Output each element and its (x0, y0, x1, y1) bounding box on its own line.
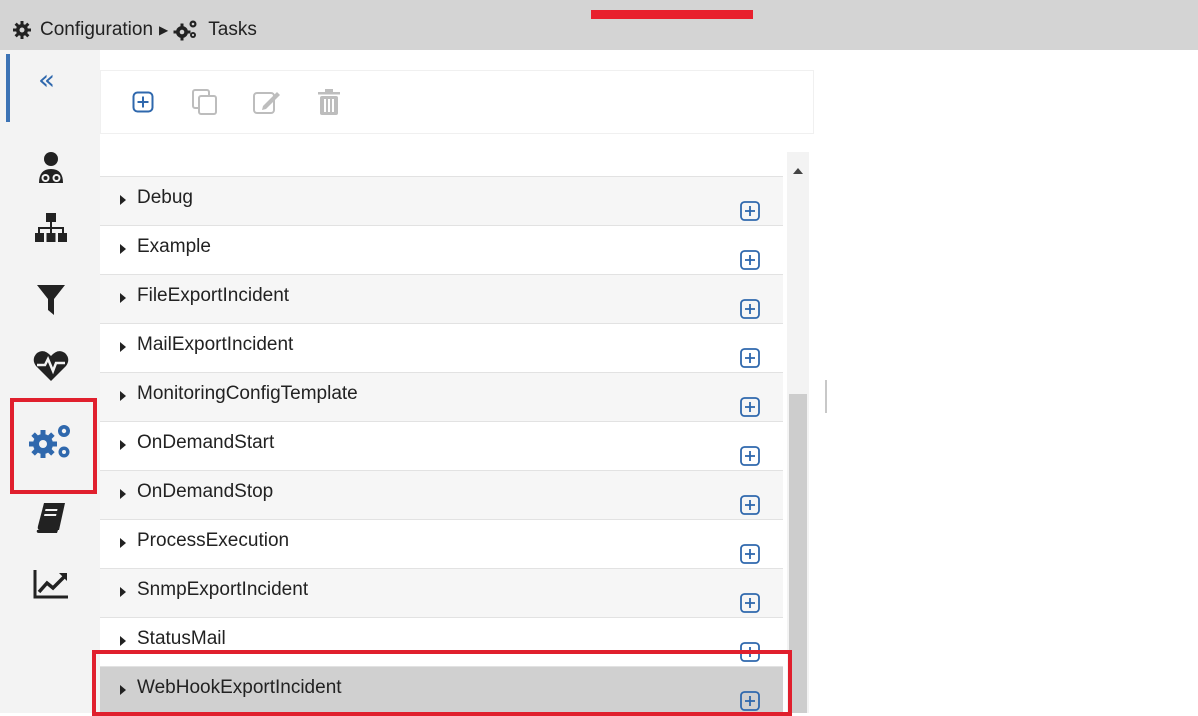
list-item[interactable]: SnmpExportIncident (100, 569, 783, 618)
expand-triangle-icon[interactable] (120, 538, 126, 548)
add-child-icon[interactable] (740, 397, 760, 417)
collapse-indicator (6, 54, 10, 122)
breadcrumb-current: Tasks (208, 19, 257, 40)
add-child-icon[interactable] (740, 250, 760, 270)
list-item[interactable]: OnDemandStop (100, 471, 783, 520)
gears-icon (172, 18, 200, 42)
list-item[interactable]: OnDemandStart (100, 422, 783, 471)
list-item[interactable]: ProcessExecution (100, 520, 783, 569)
breadcrumb: Configuration ▶ Tasks (12, 17, 257, 43)
edit-button[interactable] (247, 82, 287, 122)
list-item-label: OnDemandStop (137, 481, 274, 502)
delete-button[interactable] (309, 82, 349, 122)
expand-triangle-icon[interactable] (120, 587, 126, 597)
expand-triangle-icon[interactable] (120, 342, 126, 352)
heartbeat-icon[interactable] (10, 342, 92, 390)
add-child-icon[interactable] (740, 446, 760, 466)
list-item[interactable]: FileExportIncident (100, 275, 783, 324)
list-item[interactable]: DbExportIncident (100, 152, 783, 177)
gear-icon (12, 20, 32, 40)
task-list: DbExportIncident Debug Example FileExportIn… (100, 152, 783, 713)
expand-triangle-icon[interactable] (120, 244, 126, 254)
breadcrumb-separator-icon: ▶ (159, 23, 169, 37)
add-icon (132, 91, 154, 113)
scroll-up-icon[interactable] (793, 168, 803, 174)
top-bar: Configuration ▶ Tasks (0, 0, 1198, 50)
list-item-label: ProcessExecution (137, 530, 290, 551)
list-item-label: Debug (137, 187, 193, 208)
list-item-label: MailExportIncident (137, 334, 294, 355)
pane-splitter[interactable] (825, 380, 827, 413)
chart-line-icon[interactable] (10, 560, 92, 608)
collapse-icon[interactable]: « (38, 66, 55, 94)
hierarchy-icon[interactable] (10, 204, 92, 252)
list-item-label: MonitoringConfigTemplate (137, 383, 358, 404)
delete-icon (318, 89, 340, 115)
active-item-highlight (10, 398, 97, 494)
expand-triangle-icon[interactable] (120, 489, 126, 499)
highlight-mark (591, 10, 753, 19)
copy-icon (192, 89, 217, 115)
add-child-icon[interactable] (740, 299, 760, 319)
list-item-label: WebHookExportIncident (137, 677, 342, 698)
list-item-label: Example (137, 236, 211, 257)
list-item[interactable]: StatusMail (100, 618, 783, 667)
expand-triangle-icon[interactable] (120, 685, 126, 695)
add-child-icon[interactable] (740, 593, 760, 613)
list-item[interactable]: WebHookExportIncident (100, 667, 783, 713)
add-child-icon[interactable] (740, 348, 760, 368)
list-item-label: SnmpExportIncident (137, 579, 309, 600)
list-item-label: FileExportIncident (137, 285, 290, 306)
expand-triangle-icon[interactable] (120, 636, 126, 646)
list-item[interactable]: MailExportIncident (100, 324, 783, 373)
list-item-label: OnDemandStart (137, 432, 275, 453)
add-child-icon[interactable] (740, 201, 760, 221)
expand-triangle-icon[interactable] (120, 440, 126, 450)
edit-icon (253, 92, 280, 114)
add-child-icon[interactable] (740, 495, 760, 515)
list-item[interactable]: Debug (100, 177, 783, 226)
list-item-label: StatusMail (137, 628, 226, 649)
toolbar (100, 70, 814, 134)
breadcrumb-parent[interactable]: Configuration (40, 19, 153, 41)
add-child-icon[interactable] (740, 642, 760, 662)
book-icon[interactable] (10, 494, 92, 542)
add-child-icon[interactable] (740, 691, 760, 711)
expand-triangle-icon[interactable] (120, 391, 126, 401)
filter-icon[interactable] (10, 276, 92, 324)
add-button[interactable] (123, 82, 163, 122)
expand-triangle-icon[interactable] (120, 293, 126, 303)
list-item[interactable]: MonitoringConfigTemplate (100, 373, 783, 422)
scroll-thumb[interactable] (789, 394, 807, 713)
scrollbar[interactable] (787, 152, 809, 713)
expand-triangle-icon[interactable] (120, 195, 126, 205)
list-item[interactable]: Example (100, 226, 783, 275)
users-icon[interactable] (10, 144, 92, 192)
copy-button[interactable] (185, 82, 225, 122)
add-child-icon[interactable] (740, 544, 760, 564)
